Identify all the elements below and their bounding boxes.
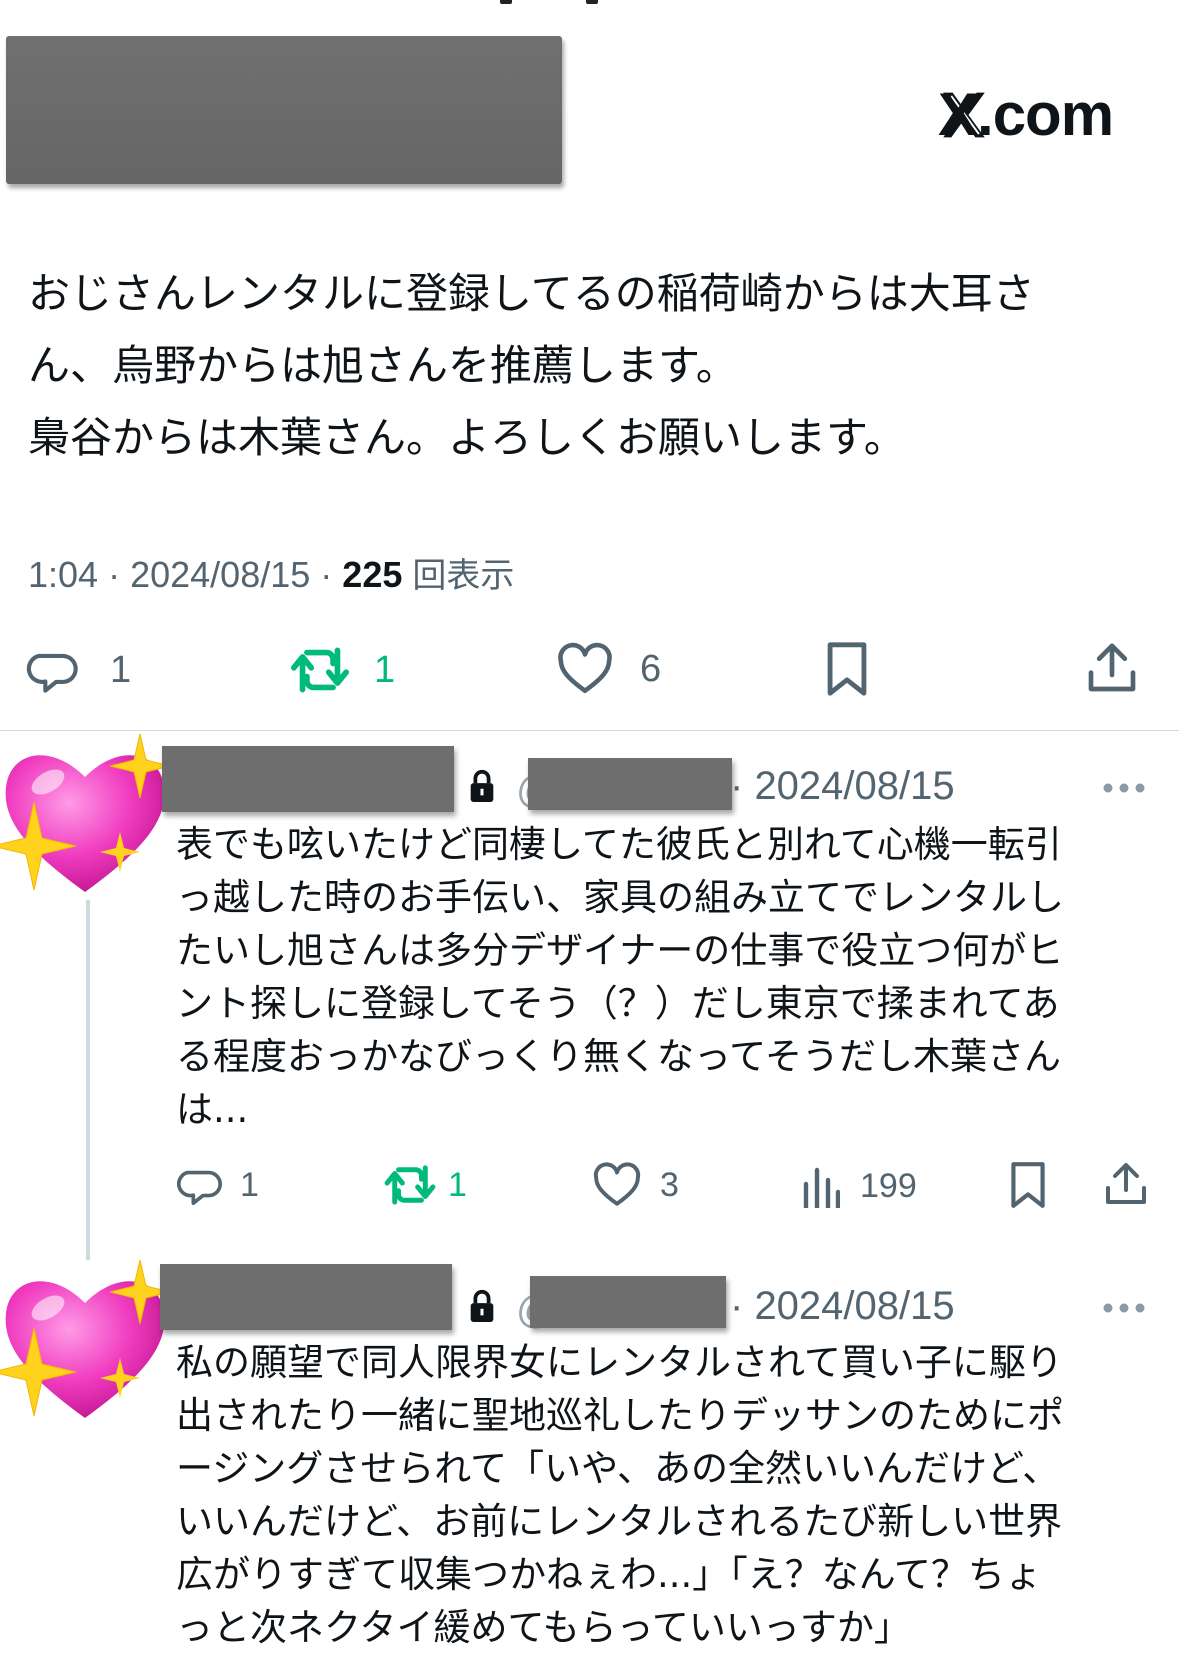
reply-bubble-icon — [26, 653, 78, 693]
lock-icon — [470, 769, 494, 802]
tweet-text-line: おじさんレンタルに登録してるの稲荷崎からは大耳さ — [28, 269, 1035, 318]
share-icon — [1106, 1163, 1146, 1204]
tweet-meta: 1:04 · 2024/08/15 · 225 回表示 — [28, 548, 514, 597]
redacted-reply-handle — [528, 758, 732, 810]
tweet-time[interactable]: 1:04 — [28, 554, 98, 595]
reply-text-line: は... — [176, 1088, 249, 1131]
views-button[interactable]: 199 — [800, 1164, 917, 1208]
reply-text: 表でも呟いたけど同棲してた彼氏と別れて心機一転引 っ越した時のお手伝い、家具の組… — [176, 818, 1156, 1136]
heart-outline-icon — [558, 642, 612, 694]
like-button[interactable]: 6 — [556, 642, 661, 696]
reply-text-line: っ越した時のお手伝い、家具の組み立てでレンタルし — [176, 876, 1064, 919]
views-count: 199 — [860, 1166, 917, 1205]
share-icon — [1088, 643, 1136, 692]
reply-text: 私の願望で同人限界女にレンタルされて買い子に駆り 出されたり一緒に聖地巡礼したり… — [176, 1336, 1156, 1654]
repost-icon — [290, 647, 350, 693]
redacted-reply-handle — [530, 1276, 726, 1328]
reply-button[interactable]: 1 — [176, 1162, 259, 1208]
site-logo: X.com — [938, 80, 1114, 149]
tweet-divider — [0, 730, 1179, 731]
heart-outline-icon — [593, 1162, 641, 1206]
site-label: X.com — [938, 81, 1114, 148]
like-button[interactable]: 3 — [592, 1162, 679, 1208]
tweet-date[interactable]: 2024/08/15 — [130, 554, 310, 595]
reply-date-text: 2024/08/15 — [754, 1284, 955, 1328]
reply-text-line: 表でも呟いたけど同棲してた彼氏と別れて心機一転引 — [176, 823, 1062, 866]
views-label: 回表示 — [412, 556, 515, 596]
cropped-top-edge — [0, 0, 1179, 12]
reply-text-line: ント探しに登録してそう（？）だし東京で揉まれてあ — [176, 982, 1060, 1025]
reply-count: 1 — [240, 1165, 259, 1204]
reply-button[interactable]: 1 — [26, 644, 131, 696]
repost-count: 1 — [448, 1165, 467, 1204]
lock-icon — [470, 1289, 494, 1322]
reply-text-line: っと次ネクタイ緩めてもらっていいっすか」 — [176, 1606, 911, 1649]
redacted-reply-name — [162, 746, 454, 812]
analytics-bars-icon — [803, 1167, 840, 1208]
redacted-author-block — [6, 36, 562, 184]
views-count: 225 — [342, 554, 403, 595]
reply-text-line: たいし旭さんは多分デザイナーの仕事で役立つ何がヒ — [176, 929, 1064, 972]
share-button[interactable] — [1084, 640, 1140, 696]
repost-count: 1 — [374, 648, 396, 691]
bookmark-button[interactable] — [824, 640, 870, 698]
sparkling-heart-avatar[interactable] — [0, 1258, 170, 1428]
reply-text-line: いいんだけど、お前にレンタルされるたび新しい世界 — [176, 1500, 1063, 1543]
tweet-text: おじさんレンタルに登録してるの稲荷崎からは大耳さ ん、烏野からは旭さんを推薦しま… — [28, 258, 1138, 474]
repost-button[interactable]: 1 — [288, 646, 395, 694]
reply-text-line: 広がりすぎて収集つかねぇわ...」「え？なんて？ちょ — [176, 1553, 1042, 1596]
redacted-reply-name — [160, 1264, 452, 1330]
more-dots-icon[interactable] — [1102, 1302, 1146, 1314]
like-count: 6 — [640, 647, 662, 690]
share-button[interactable] — [1102, 1160, 1150, 1208]
meta-separator: · — [108, 554, 131, 595]
reply-bubble-icon — [177, 1170, 222, 1206]
reply-date[interactable]: · 2024/08/15 — [730, 764, 955, 809]
reply-date[interactable]: · 2024/08/15 — [730, 1284, 955, 1329]
tweet-text-line: ん、烏野からは旭さんを推薦します。 — [28, 341, 738, 390]
reply-text-line: る程度おっかなびっくり無くなってそうだし木葉さん — [176, 1035, 1062, 1078]
bookmark-icon — [827, 642, 867, 696]
bookmark-icon — [1011, 1162, 1045, 1208]
more-dots-icon[interactable] — [1102, 782, 1146, 794]
repost-icon — [384, 1165, 436, 1205]
reply-text-line: 出されたり一緒に聖地巡礼したりデッサンのためにポ — [176, 1394, 1064, 1437]
sparkling-heart-avatar[interactable] — [0, 732, 170, 902]
reply-date-text: 2024/08/15 — [754, 764, 955, 808]
reply-text-line: ージングさせられて「いや、あの全然いいんだけど、 — [176, 1447, 1060, 1490]
repost-button[interactable]: 1 — [382, 1164, 467, 1206]
reply-text-line: 私の願望で同人限界女にレンタルされて買い子に駆り — [176, 1341, 1063, 1384]
bookmark-button[interactable] — [1008, 1160, 1048, 1210]
reply-count: 1 — [110, 648, 132, 691]
like-count: 3 — [660, 1165, 679, 1204]
thread-connector-line — [86, 900, 90, 1260]
meta-separator: · — [320, 554, 343, 595]
tweet-text-line: 梟谷からは木葉さん。よろしくお願いします。 — [28, 413, 906, 462]
